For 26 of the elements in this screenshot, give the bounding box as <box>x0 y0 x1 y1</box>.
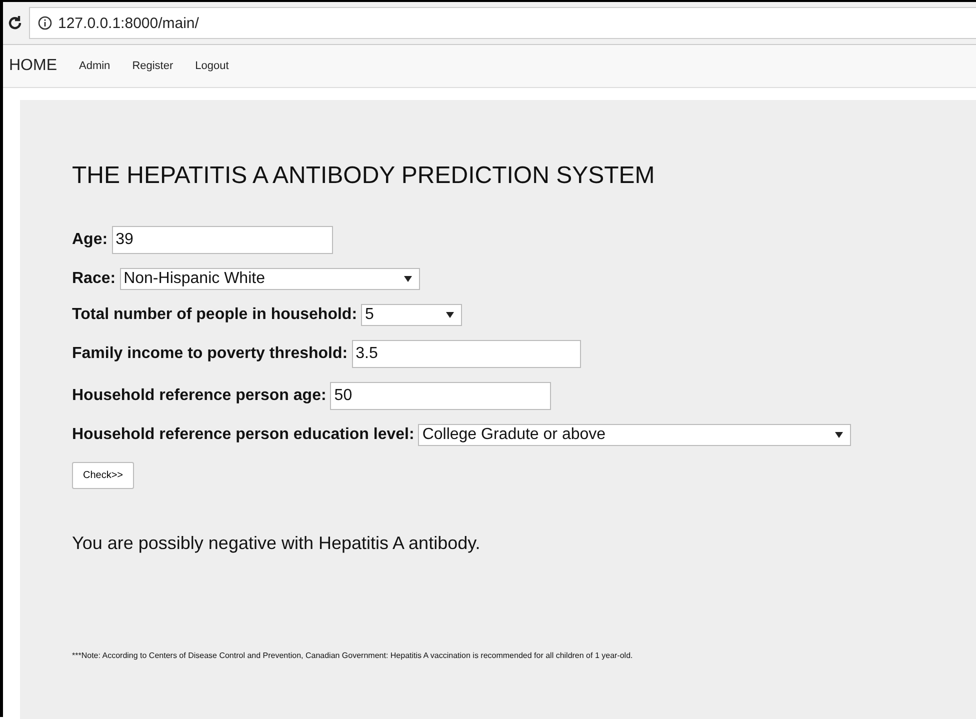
address-bar[interactable]: 127.0.0.1:8000/main/ <box>29 7 976 39</box>
caret-icon <box>404 276 412 282</box>
text-field[interactable]: 50 <box>330 382 552 410</box>
dropdown[interactable]: 5 <box>361 304 462 326</box>
field-label: Total number of people in household: <box>72 306 358 324</box>
dropdown[interactable]: Non-Hispanic White <box>120 268 420 290</box>
brand-link[interactable]: HOME <box>9 57 57 75</box>
info-icon <box>38 16 52 30</box>
caret-icon <box>835 432 844 438</box>
nav-link[interactable]: Register <box>132 60 174 72</box>
nav-link[interactable]: Logout <box>195 60 229 72</box>
caret-icon <box>446 312 454 318</box>
nav-link[interactable]: Admin <box>79 60 110 72</box>
result-message: You are possibly negative with Hepatitis A antibody. <box>72 533 482 554</box>
field-label: Household reference person education level: <box>72 426 414 444</box>
reload-icon[interactable] <box>7 15 23 31</box>
dropdown[interactable]: College Gradute or above <box>418 424 852 446</box>
page-title: THE HEPATITIS A ANTIBODY PREDICTION SYSTEM <box>72 162 656 190</box>
text-field[interactable]: 3.5 <box>352 340 581 368</box>
check-button[interactable]: Check>> <box>72 462 134 489</box>
field-label: Race: <box>72 270 116 288</box>
footnote: ***Note: According to Centers of Disease Control and Prevention, Canadian Government: Hepatitis A vaccination is recommended for all children of 1 year-old. <box>72 651 634 660</box>
field-label: Household reference person age: <box>72 387 326 405</box>
field-label: Family income to poverty threshold: <box>72 345 348 363</box>
field-label: Age: <box>72 231 108 249</box>
text-field[interactable]: 39 <box>112 226 333 254</box>
